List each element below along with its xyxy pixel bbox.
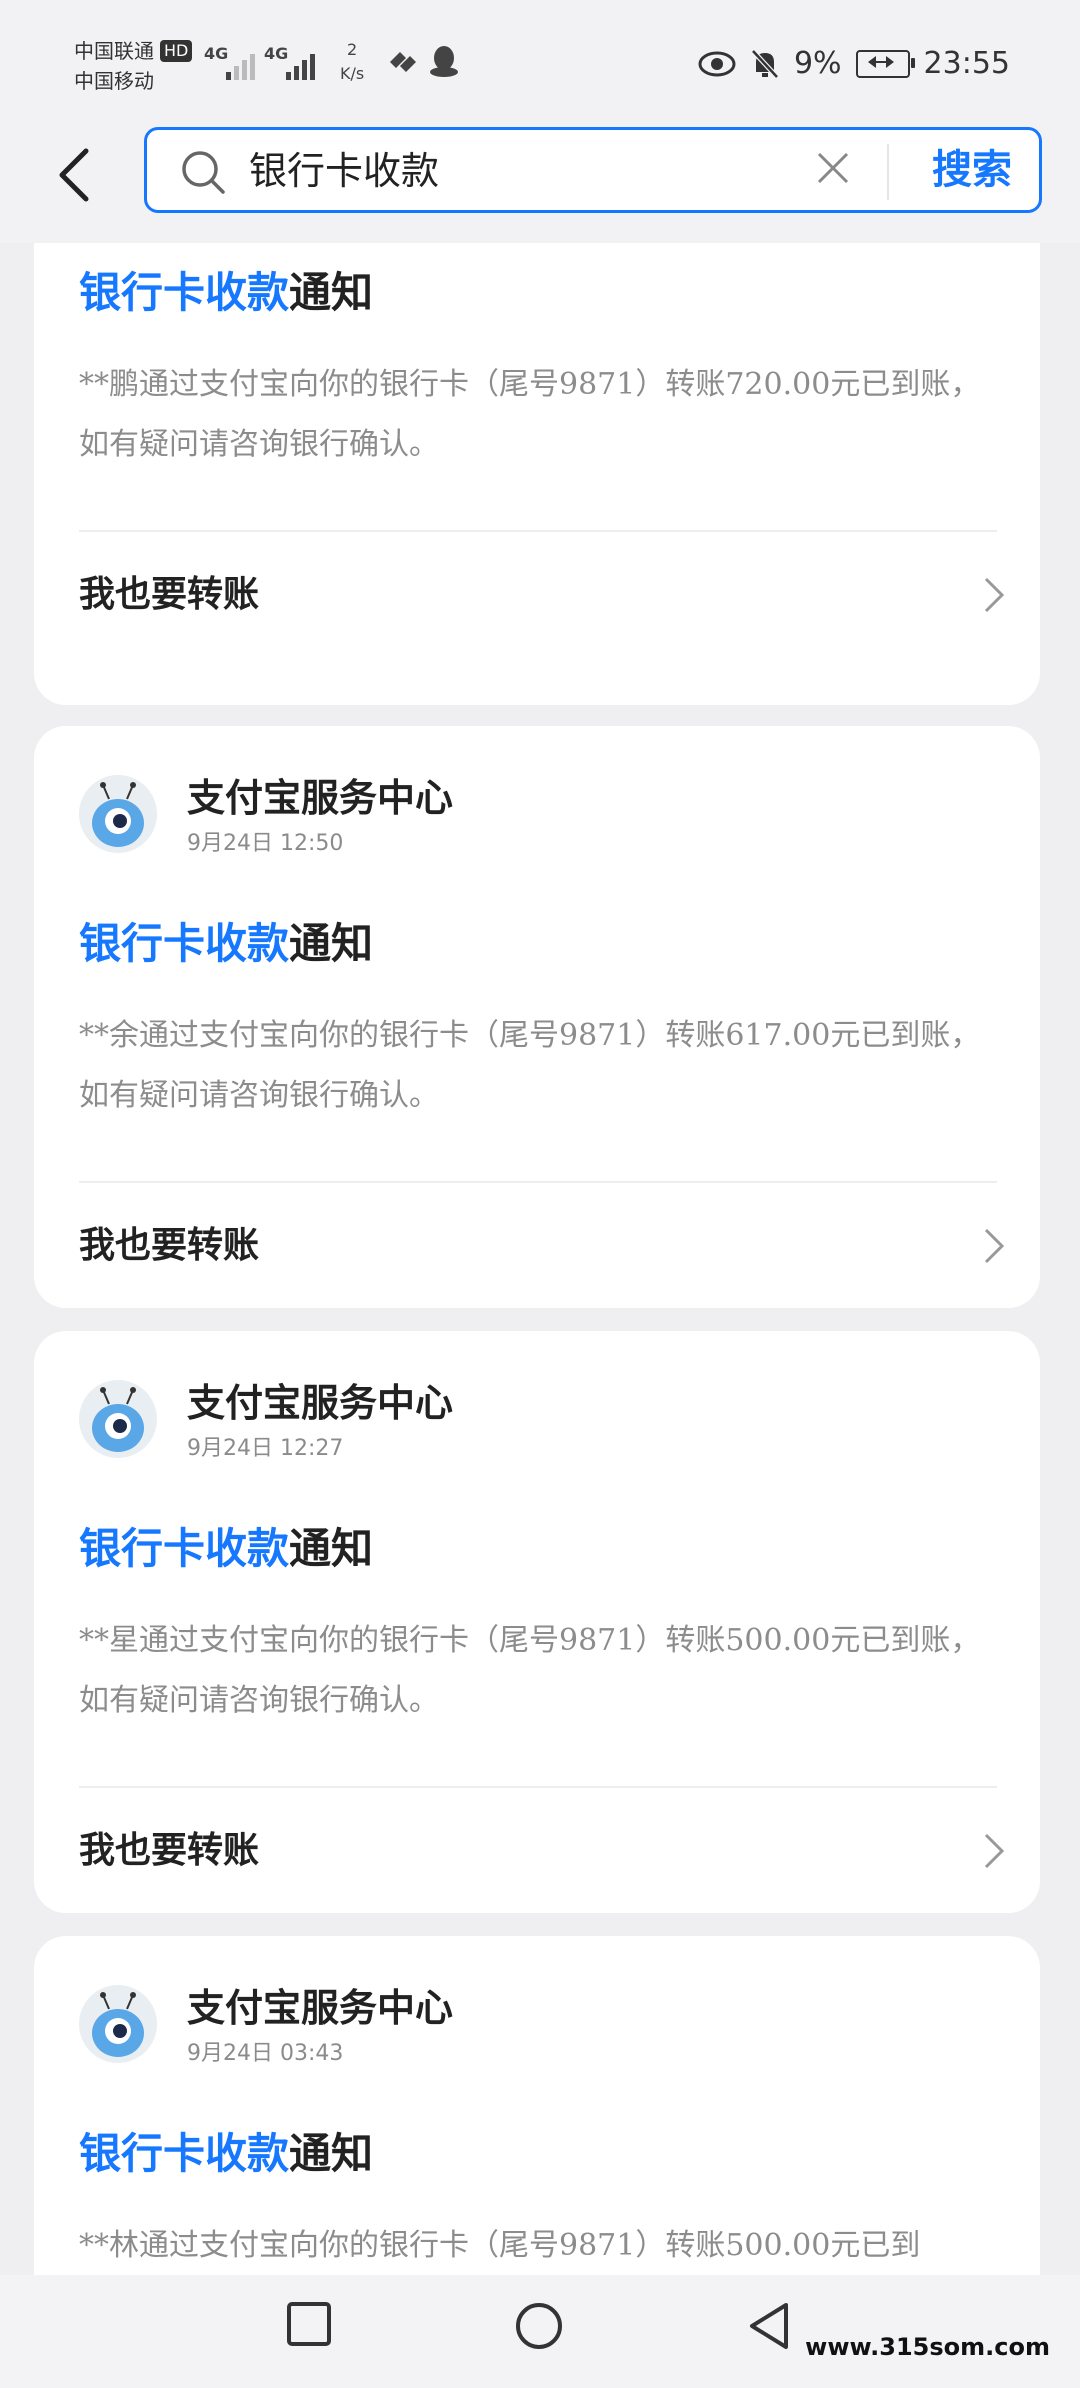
avatar bbox=[79, 775, 157, 853]
right-status-group: 9% 23:55 bbox=[698, 46, 1010, 81]
message-list: 银行卡收款通知 **鹏通过支付宝向你的银行卡（尾号9871）转账720.00元已… bbox=[0, 243, 1080, 2275]
heart-app-icon bbox=[390, 52, 416, 72]
search-button[interactable]: 搜索 bbox=[907, 130, 1037, 210]
carrier-info: 中国联通 HD 中国移动 bbox=[74, 36, 193, 96]
card-body: **余通过支付宝向你的银行卡（尾号9871）转账617.00元已到账， 如有疑问… bbox=[79, 1018, 981, 1113]
clear-icon[interactable] bbox=[815, 150, 851, 186]
message-card[interactable]: 支付宝服务中心 9月24日 12:27 银行卡收款通知 **星通过支付宝向你的银… bbox=[34, 1331, 1040, 1913]
message-time: 9月24日 12:50 bbox=[187, 831, 344, 856]
ant-mascot-icon bbox=[92, 1992, 144, 2057]
card-divider bbox=[79, 530, 997, 532]
chevron-right-icon[interactable] bbox=[982, 1831, 1006, 1871]
status-bar: 中国联通 HD 中国移动 4G 4G 2 K/s 9% 23:55 bbox=[0, 0, 1080, 125]
message-time: 9月24日 03:43 bbox=[187, 2041, 344, 2066]
transfer-action-label[interactable]: 我也要转账 bbox=[79, 1821, 259, 1881]
card-title: 银行卡收款通知 bbox=[79, 1524, 374, 1573]
bell-off-icon bbox=[751, 48, 779, 79]
recent-apps-icon[interactable] bbox=[286, 2301, 332, 2347]
card-title: 银行卡收款通知 bbox=[79, 2129, 374, 2178]
ant-mascot-icon bbox=[92, 1387, 144, 1452]
system-nav-bar: www.315som.com bbox=[0, 2275, 1080, 2388]
signal-bars-1-icon bbox=[226, 46, 255, 80]
transfer-action-label[interactable]: 我也要转账 bbox=[79, 565, 259, 625]
chevron-right-icon[interactable] bbox=[982, 1226, 1006, 1266]
search-divider bbox=[887, 144, 889, 200]
transfer-action-label[interactable]: 我也要转账 bbox=[79, 1216, 259, 1276]
message-card[interactable]: 支付宝服务中心 9月24日 03:43 银行卡收款通知 **林通过支付宝向你的银… bbox=[34, 1936, 1040, 2275]
card-body: **鹏通过支付宝向你的银行卡（尾号9871）转账720.00元已到账， 如有疑问… bbox=[79, 367, 981, 462]
card-header: 支付宝服务中心 9月24日 12:50 bbox=[79, 773, 979, 856]
hd-badge: HD bbox=[160, 40, 193, 62]
avatar bbox=[79, 1985, 157, 2063]
sender-name: 支付宝服务中心 bbox=[187, 1381, 454, 1425]
card-body: **星通过支付宝向你的银行卡（尾号9871）转账500.00元已到账， 如有疑问… bbox=[79, 1623, 981, 1718]
qq-penguin-icon bbox=[430, 46, 458, 77]
network-type-2: 4G bbox=[264, 44, 289, 63]
signal-bars-2-icon bbox=[286, 46, 315, 80]
card-header: 支付宝服务中心 9月24日 03:43 bbox=[79, 1983, 979, 2066]
search-input[interactable] bbox=[247, 130, 901, 212]
message-time: 9月24日 12:27 bbox=[187, 1436, 344, 1461]
card-divider bbox=[79, 1181, 997, 1183]
search-icon bbox=[182, 151, 225, 194]
battery-percent: 9% bbox=[793, 46, 842, 81]
network-type-1: 4G bbox=[204, 44, 229, 63]
chevron-right-icon[interactable] bbox=[982, 575, 1006, 615]
watermark: www.315som.com bbox=[805, 2333, 1050, 2361]
clock: 23:55 bbox=[923, 46, 1010, 81]
battery-icon bbox=[855, 49, 915, 78]
card-body: **林通过支付宝向你的银行卡（尾号9871）转账500.00元已到 bbox=[79, 2228, 921, 2263]
search-box[interactable]: 搜索 bbox=[144, 127, 1042, 213]
card-title: 银行卡收款通知 bbox=[79, 268, 374, 317]
message-card[interactable]: 支付宝服务中心 9月24日 12:50 银行卡收款通知 **余通过支付宝向你的银… bbox=[34, 726, 1040, 1308]
card-title: 银行卡收款通知 bbox=[79, 919, 374, 968]
carrier-2: 中国移动 bbox=[74, 69, 154, 93]
sender-name: 支付宝服务中心 bbox=[187, 776, 454, 820]
message-card[interactable]: 银行卡收款通知 **鹏通过支付宝向你的银行卡（尾号9871）转账720.00元已… bbox=[34, 243, 1040, 705]
ant-mascot-icon bbox=[92, 782, 144, 847]
back-arrow-icon[interactable] bbox=[52, 145, 98, 205]
search-header: 搜索 bbox=[0, 125, 1080, 243]
card-header: 支付宝服务中心 9月24日 12:27 bbox=[79, 1378, 979, 1461]
home-icon[interactable] bbox=[514, 2301, 564, 2351]
eye-icon bbox=[698, 51, 736, 76]
card-divider bbox=[79, 1786, 997, 1788]
avatar bbox=[79, 1380, 157, 1458]
back-triangle-icon[interactable] bbox=[746, 2301, 792, 2351]
carrier-1: 中国联通 bbox=[74, 39, 154, 63]
network-speed: 2 K/s bbox=[340, 40, 365, 83]
sender-name: 支付宝服务中心 bbox=[187, 1986, 454, 2030]
